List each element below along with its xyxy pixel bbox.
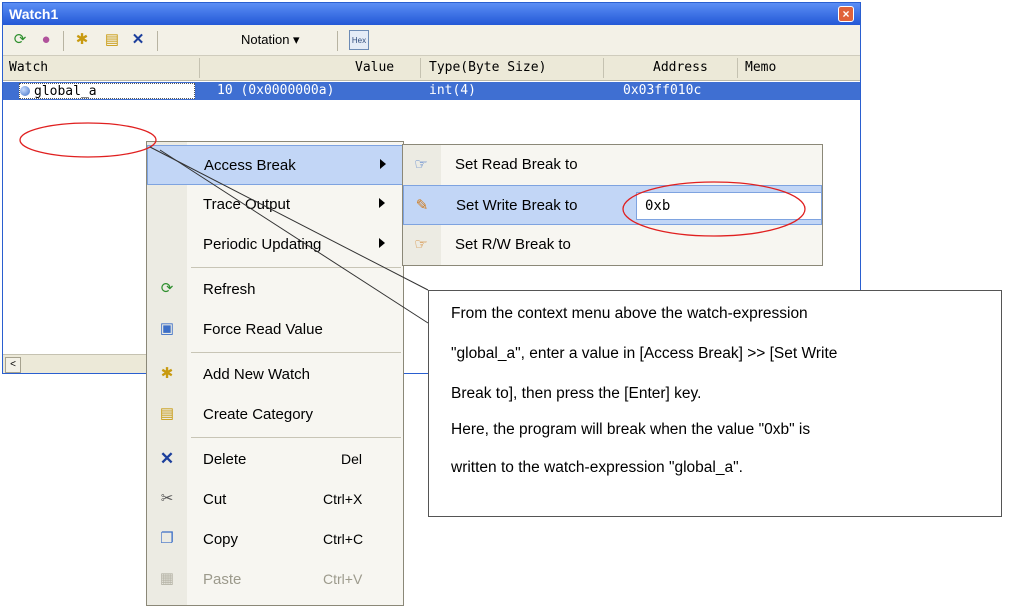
submenu-arrow-icon [380, 159, 386, 169]
watch-value[interactable]: 10 (0x0000000a) [217, 83, 334, 98]
menu-item-label: Force Read Value [203, 321, 323, 338]
refresh-icon[interactable]: ⟳ [11, 31, 29, 49]
callout-line: Here, the program will break when the va… [451, 421, 811, 438]
column-value[interactable]: Value [355, 60, 394, 75]
write-break-value-input[interactable]: 0xb [636, 192, 822, 220]
column-watch[interactable]: Watch [9, 60, 48, 75]
column-divider[interactable] [603, 58, 604, 78]
menu-item-label: Periodic Updating [203, 236, 322, 253]
variable-icon [20, 86, 30, 96]
callout-line: Break to], then press the [Enter] key. [451, 385, 702, 402]
rw-break-icon: ☞ [414, 236, 428, 253]
menu-item-shortcut: Ctrl+V [323, 571, 363, 587]
menu-item-label: Trace Output [203, 196, 290, 213]
menu-item-set-read-break[interactable]: ☞ Set Read Break to [403, 145, 822, 185]
add-watch-icon[interactable]: ✱ [73, 31, 91, 49]
menu-item-label: Refresh [203, 281, 256, 298]
menu-item-label: Delete [203, 451, 247, 468]
menu-item-force-read-value[interactable]: ▣ Force Read Value [147, 310, 403, 350]
paste-icon: ▦ [159, 570, 175, 587]
window-title-bar[interactable]: Watch1 × [3, 3, 860, 25]
callout-line: written to the watch-expression "global_… [451, 459, 743, 476]
menu-item-copy[interactable]: ❐ Copy Ctrl+C [147, 520, 403, 560]
notation-dropdown[interactable]: Notation ▾ [241, 32, 300, 48]
add-watch-icon: ✱ [160, 365, 174, 382]
toolbar-separator [157, 31, 158, 51]
callout-line: From the context menu above the watch-ex… [451, 305, 808, 322]
menu-item-label: Set Write Break to [456, 197, 578, 214]
menu-separator [191, 437, 401, 438]
toolbar-separator [63, 31, 64, 51]
menu-item-shortcut: Del [341, 451, 363, 467]
palette-icon[interactable]: ● [37, 31, 55, 49]
menu-item-trace-output[interactable]: Trace Output [147, 185, 403, 225]
delete-icon[interactable]: ✕ [129, 31, 147, 49]
menu-item-paste[interactable]: ▦ Paste Ctrl+V [147, 560, 403, 600]
force-read-icon: ▣ [159, 320, 175, 337]
menu-item-label: Set Read Break to [455, 156, 578, 173]
watch-type: int(4) [429, 83, 476, 98]
menu-item-label: Set R/W Break to [455, 236, 571, 253]
menu-item-label: Add New Watch [203, 366, 310, 383]
read-break-icon: ☞ [414, 156, 428, 173]
cut-icon: ✂ [160, 490, 174, 507]
watch-address: 0x03ff010c [623, 83, 702, 98]
menu-item-shortcut: Ctrl+C [323, 531, 364, 547]
refresh-icon: ⟳ [160, 280, 174, 297]
grid-header: Watch Value Type(Byte Size) Address Memo [3, 56, 860, 81]
table-row-selected[interactable]: global_a 10 (0x0000000a) int(4) 0x03ff01… [3, 82, 860, 100]
create-category-icon: ▤ [159, 405, 175, 422]
column-divider[interactable] [737, 58, 738, 78]
menu-item-refresh[interactable]: ⟳ Refresh [147, 270, 403, 310]
menu-item-shortcut: Ctrl+X [323, 491, 363, 507]
scroll-left-icon[interactable]: < [5, 357, 21, 373]
write-break-icon: ✎ [415, 197, 429, 214]
menu-item-set-rw-break[interactable]: ☞ Set R/W Break to [403, 225, 822, 265]
column-divider[interactable] [199, 58, 200, 78]
access-break-submenu: ☞ Set Read Break to ✎ Set Write Break to… [402, 144, 823, 266]
column-memo[interactable]: Memo [745, 60, 776, 75]
callout-line: "global_a", enter a value in [Access Bre… [451, 345, 838, 362]
menu-item-delete[interactable]: ✕ Delete Del [147, 440, 403, 480]
menu-separator [191, 267, 401, 268]
delete-icon: ✕ [159, 449, 175, 468]
toolbar: ⟳ ● ✱ ▤ ✕ Notation ▾ Hex [3, 25, 860, 56]
menu-item-label: Cut [203, 491, 227, 508]
create-category-icon[interactable]: ▤ [103, 31, 121, 49]
menu-item-label: Create Category [203, 406, 314, 423]
menu-item-label: Paste [203, 571, 242, 588]
copy-icon: ❐ [160, 530, 174, 547]
window-title: Watch1 [9, 6, 59, 22]
menu-item-create-category[interactable]: ▤ Create Category [147, 395, 403, 435]
context-menu: Access Break Trace Output Periodic Updat… [146, 141, 404, 606]
watch-name: global_a [34, 84, 97, 99]
watch-name-cell[interactable]: global_a [19, 83, 195, 99]
close-icon[interactable]: × [838, 6, 854, 22]
instruction-callout: From the context menu above the watch-ex… [428, 290, 1002, 517]
menu-item-add-new-watch[interactable]: ✱ Add New Watch [147, 355, 403, 395]
menu-item-access-break[interactable]: Access Break [147, 145, 403, 185]
submenu-arrow-icon [379, 198, 385, 208]
menu-item-set-write-break[interactable]: ✎ Set Write Break to 0xb [403, 185, 822, 225]
menu-item-label: Access Break [204, 157, 296, 174]
menu-separator [191, 352, 401, 353]
column-address[interactable]: Address [653, 60, 708, 75]
toolbar-separator [337, 31, 338, 51]
horizontal-scrollbar[interactable]: < [3, 354, 155, 373]
menu-item-periodic-updating[interactable]: Periodic Updating [147, 225, 403, 265]
column-type[interactable]: Type(Byte Size) [429, 60, 546, 75]
menu-item-cut[interactable]: ✂ Cut Ctrl+X [147, 480, 403, 520]
submenu-arrow-icon [379, 238, 385, 248]
column-divider[interactable] [420, 58, 421, 78]
hex-icon[interactable]: Hex [349, 30, 369, 50]
menu-item-label: Copy [203, 531, 239, 548]
